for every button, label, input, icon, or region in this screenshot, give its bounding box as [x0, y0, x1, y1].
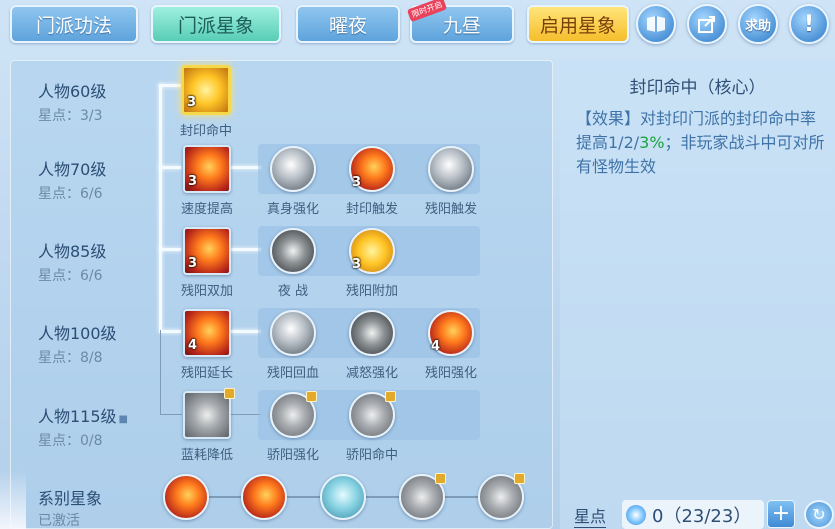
- skill-label: 残阳双加: [180, 284, 233, 299]
- skill-seal-trigger-icon[interactable]: 3: [349, 146, 395, 192]
- skill-rank: 4: [431, 339, 441, 354]
- tree-connector: [231, 414, 261, 415]
- book-icon[interactable]: [636, 4, 676, 44]
- tree-connector: [231, 330, 261, 333]
- level-85-points: 星点：6/6: [38, 268, 103, 284]
- tree-connector: [160, 414, 182, 415]
- level-100-title: 人物100级: [38, 324, 117, 343]
- skill-label: 封印命中: [179, 124, 232, 139]
- skill-rank: 4: [188, 338, 198, 353]
- lock-icon: [306, 391, 317, 402]
- skill-label: 速度提高: [180, 202, 233, 217]
- limited-badge: 限时开启: [406, 0, 448, 23]
- faction-title: 系别星象: [38, 489, 103, 508]
- tree-connector: [159, 84, 162, 330]
- faction-star-1-icon[interactable]: [163, 474, 209, 520]
- enable-star-button[interactable]: 启用星象: [527, 5, 629, 43]
- skill-night-battle-icon[interactable]: [270, 228, 316, 274]
- tree-connector: [159, 84, 181, 87]
- lock-icon: ■: [118, 414, 128, 425]
- tree-connector: [231, 166, 261, 169]
- faction-star-3-icon[interactable]: [320, 474, 366, 520]
- add-star-points-button[interactable]: +: [767, 500, 795, 528]
- skill-label: 蓝耗降低: [180, 448, 233, 463]
- skill-rank: 3: [352, 257, 362, 272]
- lock-icon: [224, 388, 235, 399]
- level-60-title: 人物60级: [38, 82, 107, 101]
- tab-yaoye[interactable]: 曜夜: [296, 5, 400, 43]
- level-70-points: 星点：6/6: [38, 186, 103, 202]
- lock-icon: [435, 473, 446, 484]
- decorative-ornament: [0, 470, 26, 529]
- alert-button[interactable]: !: [789, 4, 829, 44]
- tree-connector: [159, 248, 181, 251]
- skill-sun-double-icon[interactable]: 3: [183, 227, 231, 275]
- skill-label: 残阳强化: [424, 366, 477, 381]
- lock-icon: [385, 391, 396, 402]
- level-60-points: 星点：3/3: [38, 108, 103, 124]
- skill-label: 封印触发: [345, 202, 398, 217]
- skill-label: 残阳触发: [424, 202, 477, 217]
- star-points-display: 0（23/23）: [622, 500, 764, 529]
- skill-rank: 3: [187, 95, 197, 110]
- level-85-title: 人物85级: [38, 242, 107, 261]
- level-70-title: 人物70级: [38, 160, 107, 179]
- skill-rank: 3: [188, 174, 198, 189]
- tree-connector: [160, 330, 161, 415]
- tree-connector: [159, 166, 181, 169]
- skill-label: 骄阳强化: [266, 448, 319, 463]
- level-115-points: 星点：0/8: [38, 433, 103, 449]
- star-point-icon: [626, 504, 646, 525]
- star-points-label: 星点: [574, 503, 607, 528]
- skill-sun-enhance-icon[interactable]: 4: [428, 310, 474, 356]
- tree-connector: [159, 330, 181, 333]
- skill-label: 残阳附加: [345, 284, 398, 299]
- faction-star-2-icon[interactable]: [241, 474, 287, 520]
- skill-rank: 3: [352, 175, 362, 190]
- detail-description: 【效果】对封印门派的封印命中率提高1/2/3%；非玩家战斗中可对所有怪物生效: [576, 109, 825, 176]
- skill-speed-icon[interactable]: 3: [183, 145, 231, 193]
- skill-sun-extend-icon[interactable]: 4: [183, 309, 231, 357]
- skill-sun-attach-icon[interactable]: 3: [349, 228, 395, 274]
- tab-menpai-xingxiang[interactable]: 门派星象: [151, 5, 281, 43]
- skill-label: 减怒强化: [345, 366, 398, 381]
- skill-label: 夜 战: [277, 284, 309, 299]
- share-icon[interactable]: [687, 4, 727, 44]
- faction-status: 已激活: [38, 513, 80, 529]
- tree-connector: [231, 248, 261, 251]
- reset-icon[interactable]: ↻: [804, 500, 834, 529]
- skill-anger-reduce-icon[interactable]: [349, 310, 395, 356]
- skill-label: 骄阳命中: [345, 448, 398, 463]
- tab-jiuzhou[interactable]: 限时开启 九昼: [406, 0, 514, 43]
- level-115-title: 人物115级 ■: [38, 407, 128, 426]
- skill-label: 残阳延长: [180, 366, 233, 381]
- skill-sun-heal-icon[interactable]: [270, 310, 316, 356]
- detail-title: 封印命中（核心）: [629, 78, 766, 98]
- lock-icon: [514, 473, 525, 484]
- level-100-points: 星点：8/8: [38, 350, 103, 366]
- help-button[interactable]: 求助: [738, 4, 778, 44]
- skill-sun-trigger-icon[interactable]: [428, 146, 474, 192]
- tab-menpai-gongfa[interactable]: 门派功法: [10, 5, 138, 43]
- skill-rank: 3: [188, 256, 198, 271]
- skill-label: 残阳回血: [266, 366, 319, 381]
- skill-seal-hit-icon[interactable]: 3: [181, 65, 231, 115]
- skill-label: 真身强化: [266, 202, 319, 217]
- skill-true-body-icon[interactable]: [270, 146, 316, 192]
